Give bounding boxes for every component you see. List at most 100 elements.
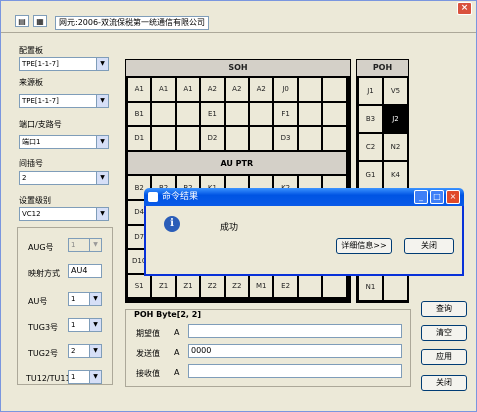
soh-cell[interactable] [152, 127, 175, 150]
net-element-label: 网元:2006-双流保税第一统通信有限公司 [55, 16, 209, 30]
soh-cell[interactable]: D2 [201, 127, 224, 150]
level-select[interactable]: VC12 ▼ [19, 207, 109, 221]
tug2-select[interactable]: 2 ▼ [68, 344, 102, 358]
soh-cell[interactable] [225, 127, 248, 150]
soh-cell[interactable] [298, 78, 322, 101]
tug3-label: TUG3号 [28, 323, 59, 332]
soh-cell[interactable]: E2 [274, 274, 297, 298]
table-view-icon[interactable]: ▦ [33, 15, 47, 27]
info-icon: i [164, 216, 180, 232]
soh-cell[interactable]: Z1 [152, 274, 175, 298]
au-select[interactable]: 1 ▼ [68, 292, 102, 306]
slot-select[interactable]: 2 ▼ [19, 171, 109, 185]
soh-cell[interactable] [176, 102, 200, 126]
close-icon[interactable]: × [446, 190, 460, 204]
port-label: 端口/支路号 [19, 120, 62, 129]
soh-cell[interactable] [323, 102, 346, 126]
soh-cell[interactable]: B1 [128, 102, 151, 126]
chevron-down-icon: ▼ [96, 95, 108, 107]
clear-button[interactable]: 清空 [421, 325, 467, 341]
poh-title: POH [357, 60, 408, 76]
soh-cell[interactable]: Z2 [225, 274, 248, 298]
poh-cell[interactable]: C2 [359, 134, 382, 160]
chevron-down-icon: ▼ [96, 136, 108, 148]
query-button[interactable]: 查询 [421, 301, 467, 317]
soh-cell[interactable] [250, 102, 273, 126]
aug-select: 1 ▼ [68, 238, 102, 252]
chevron-down-icon: ▼ [89, 319, 101, 331]
send-label: 发送值 [136, 349, 160, 358]
soh-cell[interactable]: A2 [250, 78, 273, 101]
tug3-select[interactable]: 1 ▼ [68, 318, 102, 332]
poh-cell[interactable]: N2 [384, 134, 407, 160]
details-button[interactable]: 详细信息>> [336, 238, 392, 254]
expected-input[interactable] [188, 324, 402, 338]
poh-cell[interactable] [384, 274, 407, 300]
poh-cell[interactable]: B3 [359, 106, 382, 132]
soh-cell[interactable] [298, 274, 322, 298]
soh-cell[interactable]: F1 [274, 102, 297, 126]
tu-select[interactable]: 1 ▼ [68, 370, 102, 384]
recv-label: 接收值 [136, 369, 160, 378]
dialog-message: 成功 [220, 223, 239, 233]
command-result-dialog: 命令结果 _ □ × i 成功 详细信息>> 关闭 [144, 188, 464, 276]
grid-view-icon[interactable]: ▤ [15, 15, 29, 27]
soh-cell[interactable] [323, 274, 346, 298]
soh-cell[interactable]: S1 [128, 274, 151, 298]
soh-cell[interactable] [225, 102, 248, 126]
map-label: 映射方式 [28, 269, 60, 278]
port-select[interactable]: 端口1 ▼ [19, 135, 109, 149]
soh-cell[interactable]: D3 [274, 127, 297, 150]
chevron-down-icon: ▼ [89, 345, 101, 357]
soh-cell[interactable]: M1 [250, 274, 273, 298]
config-board-select[interactable]: TPE[1-1-7] ▼ [19, 57, 109, 71]
soh-cell[interactable]: J0 [274, 78, 297, 101]
poh-cell[interactable]: J2 [384, 106, 407, 132]
source-board-label: 来源板 [19, 78, 43, 87]
dialog-titlebar: 命令结果 _ □ × [144, 188, 464, 206]
soh-cell[interactable]: A1 [176, 78, 200, 101]
poh-byte-panel: POH Byte[2, 2] 期望值 A 发送值 A 0000 接收值 A [125, 309, 411, 387]
poh-cell[interactable]: J1 [359, 78, 382, 104]
recv-input[interactable] [188, 364, 402, 378]
soh-title: SOH [126, 60, 350, 76]
expected-label: 期望值 [136, 329, 160, 338]
soh-cell[interactable] [250, 127, 273, 150]
slot-label: 间插号 [19, 159, 43, 168]
maximize-icon[interactable]: □ [430, 190, 444, 204]
dialog-close-button[interactable]: 关闭 [404, 238, 454, 254]
map-input[interactable]: AU4 [68, 264, 102, 278]
minimize-icon[interactable]: _ [414, 190, 428, 204]
soh-cell[interactable]: A2 [225, 78, 248, 101]
poh-cell[interactable]: V5 [384, 78, 407, 104]
soh-cell[interactable]: Z2 [201, 274, 224, 298]
chevron-down-icon: ▼ [96, 172, 108, 184]
soh-cell[interactable]: E1 [201, 102, 224, 126]
poh-cell[interactable]: N1 [359, 274, 382, 300]
soh-cell[interactable] [323, 127, 346, 150]
send-input[interactable]: 0000 [188, 344, 402, 358]
soh-cell[interactable] [298, 102, 322, 126]
source-board-select[interactable]: TPE[1-1-7] ▼ [19, 94, 109, 108]
window-close-button[interactable]: × [457, 2, 472, 15]
soh-cell[interactable] [152, 102, 175, 126]
chevron-down-icon: ▼ [89, 239, 101, 251]
soh-cell[interactable]: D1 [128, 127, 151, 150]
poh-cell[interactable]: K4 [384, 162, 407, 188]
expected-unit: A [174, 328, 180, 337]
close-button[interactable]: 关闭 [421, 375, 467, 391]
config-board-label: 配置板 [19, 46, 43, 55]
soh-cell[interactable]: Z1 [176, 274, 200, 298]
soh-cell[interactable] [298, 127, 322, 150]
poh-cell[interactable]: G1 [359, 162, 382, 188]
chevron-down-icon: ▼ [89, 293, 101, 305]
soh-cell[interactable]: A1 [128, 78, 151, 101]
soh-cell[interactable] [323, 78, 346, 101]
toolbar: × ▤ ▦ 网元:2006-双流保税第一统通信有限公司 [1, 1, 476, 33]
apply-button[interactable]: 应用 [421, 349, 467, 365]
aug-label: AUG号 [28, 243, 54, 252]
soh-cell[interactable] [176, 127, 200, 150]
soh-cell[interactable]: A2 [201, 78, 224, 101]
soh-cell[interactable]: A1 [152, 78, 175, 101]
dialog-title: 命令结果 [162, 192, 199, 202]
